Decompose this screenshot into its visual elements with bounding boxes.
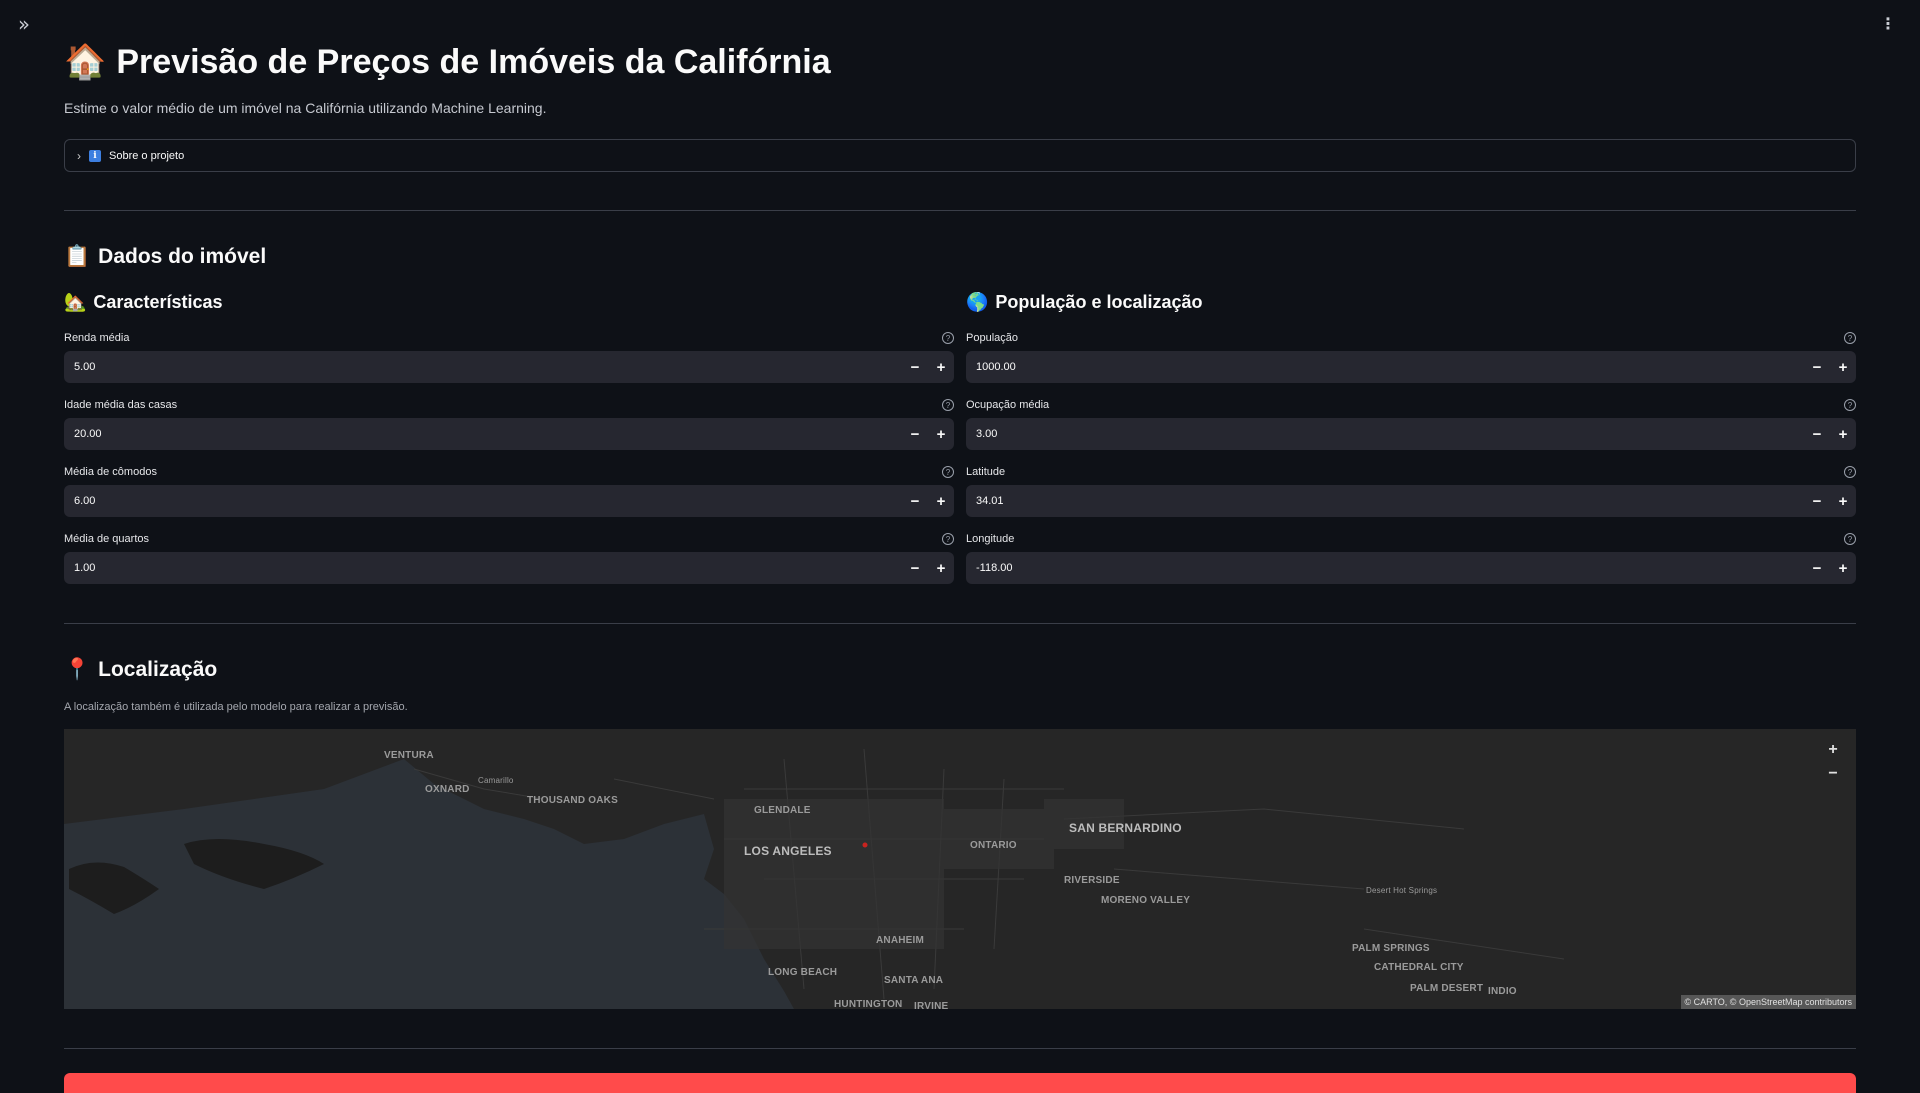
avg-bedrooms-input[interactable] bbox=[64, 552, 902, 584]
map-label: PALM SPRINGS bbox=[1352, 943, 1430, 954]
main-menu-icon[interactable]: ⋮ bbox=[1880, 14, 1896, 33]
location-marker bbox=[862, 842, 868, 848]
map-label: VENTURA bbox=[384, 750, 434, 761]
increment-button[interactable]: + bbox=[1830, 418, 1856, 450]
house-icon: 🏠 bbox=[64, 43, 107, 81]
map-attribution[interactable]: © CARTO, © OpenStreetMap contributors bbox=[1680, 995, 1856, 1009]
map-label: SAN BERNARDINO bbox=[1069, 821, 1182, 835]
help-icon[interactable]: ? bbox=[1844, 399, 1856, 411]
map-label: ANAHEIM bbox=[876, 935, 925, 946]
help-icon[interactable]: ? bbox=[942, 466, 954, 478]
help-icon[interactable]: ? bbox=[942, 533, 954, 545]
map-label: CATHEDRAL CITY bbox=[1374, 962, 1464, 973]
urban-areas bbox=[724, 799, 1124, 949]
subsection-title-population-location: 🌎 População e localização bbox=[966, 292, 1203, 312]
avg-occupancy-input[interactable] bbox=[966, 418, 1804, 450]
help-icon[interactable]: ? bbox=[942, 332, 954, 344]
median-income-input[interactable] bbox=[64, 351, 902, 383]
section-title-location: 📍 Localização bbox=[64, 658, 218, 681]
field-population: População? −+ bbox=[966, 331, 1856, 383]
map-label: LOS ANGELES bbox=[744, 844, 832, 858]
clipboard-icon: 📋 bbox=[64, 245, 91, 268]
field-avg-bedrooms: Média de quartos? −+ bbox=[64, 532, 954, 584]
divider bbox=[64, 1048, 1856, 1049]
page-subtitle: Estime o valor médio de um imóvel na Cal… bbox=[64, 100, 547, 116]
map-label: SANTA ANA bbox=[884, 975, 944, 986]
increment-button[interactable]: + bbox=[928, 418, 954, 450]
info-icon: i bbox=[89, 149, 101, 162]
chevron-right-icon: › bbox=[77, 148, 81, 163]
map-label: THOUSAND OAKS bbox=[527, 795, 618, 806]
field-median-income: Renda média? −+ bbox=[64, 331, 954, 383]
page-title: 🏠 Previsão de Preços de Imóveis da Calif… bbox=[64, 42, 831, 82]
help-icon[interactable]: ? bbox=[942, 399, 954, 411]
latitude-input[interactable] bbox=[966, 485, 1804, 517]
decrement-button[interactable]: − bbox=[1804, 418, 1830, 450]
increment-button[interactable]: + bbox=[928, 552, 954, 584]
about-project-expander[interactable]: › i Sobre o projeto bbox=[64, 139, 1856, 172]
decrement-button[interactable]: − bbox=[1804, 485, 1830, 517]
map-label: Desert Hot Springs bbox=[1366, 886, 1438, 895]
page-title-text: Previsão de Preços de Imóveis da Califór… bbox=[116, 42, 831, 81]
map-label: GLENDALE bbox=[754, 805, 811, 816]
increment-button[interactable]: + bbox=[1830, 351, 1856, 383]
decrement-button[interactable]: − bbox=[902, 351, 928, 383]
field-house-age: Idade média das casas? −+ bbox=[64, 398, 954, 450]
subsection-title-characteristics: 🏡 Características bbox=[64, 292, 223, 312]
expander-label: Sobre o projeto bbox=[109, 149, 185, 162]
map-label: MORENO VALLEY bbox=[1101, 895, 1191, 906]
map-label: HUNTINGTON bbox=[834, 999, 903, 1009]
field-avg-occupancy: Ocupação média? −+ bbox=[966, 398, 1856, 450]
field-avg-rooms: Média de cômodos? −+ bbox=[64, 465, 954, 517]
increment-button[interactable]: + bbox=[928, 485, 954, 517]
field-longitude: Longitude? −+ bbox=[966, 532, 1856, 584]
map-label: PALM DESERT bbox=[1410, 983, 1484, 994]
decrement-button[interactable]: − bbox=[902, 552, 928, 584]
globe-icon: 🌎 bbox=[966, 292, 989, 312]
decrement-button[interactable]: − bbox=[902, 418, 928, 450]
predict-button[interactable] bbox=[64, 1073, 1856, 1093]
map-label: INDIO bbox=[1488, 986, 1517, 997]
increment-button[interactable]: + bbox=[1830, 552, 1856, 584]
expand-sidebar-icon[interactable]: ›› bbox=[18, 12, 30, 36]
increment-button[interactable]: + bbox=[1830, 485, 1856, 517]
increment-button[interactable]: + bbox=[928, 351, 954, 383]
decrement-button[interactable]: − bbox=[902, 485, 928, 517]
map-label: ONTARIO bbox=[970, 840, 1017, 851]
divider bbox=[64, 623, 1856, 624]
longitude-input[interactable] bbox=[966, 552, 1804, 584]
section-title-property-data: 📋 Dados do imóvel bbox=[64, 245, 267, 268]
help-icon[interactable]: ? bbox=[1844, 466, 1856, 478]
avg-rooms-input[interactable] bbox=[64, 485, 902, 517]
zoom-out-button[interactable]: − bbox=[1822, 763, 1844, 785]
decrement-button[interactable]: − bbox=[1804, 351, 1830, 383]
map-label: IRVINE bbox=[914, 1001, 949, 1009]
map-label: LONG BEACH bbox=[768, 967, 838, 978]
help-icon[interactable]: ? bbox=[1844, 332, 1856, 344]
divider bbox=[64, 210, 1856, 211]
decrement-button[interactable]: − bbox=[1804, 552, 1830, 584]
location-caption: A localização também é utilizada pelo mo… bbox=[64, 701, 408, 713]
map-label: RIVERSIDE bbox=[1064, 875, 1120, 886]
population-input[interactable] bbox=[966, 351, 1804, 383]
pin-icon: 📍 bbox=[64, 658, 91, 681]
field-latitude: Latitude? −+ bbox=[966, 465, 1856, 517]
help-icon[interactable]: ? bbox=[1844, 533, 1856, 545]
ocean bbox=[64, 759, 794, 1009]
map-label: OXNARD bbox=[425, 784, 470, 795]
map-label: Camarillo bbox=[478, 776, 514, 785]
house-age-input[interactable] bbox=[64, 418, 902, 450]
zoom-in-button[interactable]: + bbox=[1822, 739, 1844, 761]
map-background bbox=[64, 748, 1565, 1009]
house-garden-icon: 🏡 bbox=[64, 292, 87, 312]
location-map[interactable]: VENTURA OXNARD Camarillo THOUSAND OAKS G… bbox=[64, 729, 1856, 1009]
